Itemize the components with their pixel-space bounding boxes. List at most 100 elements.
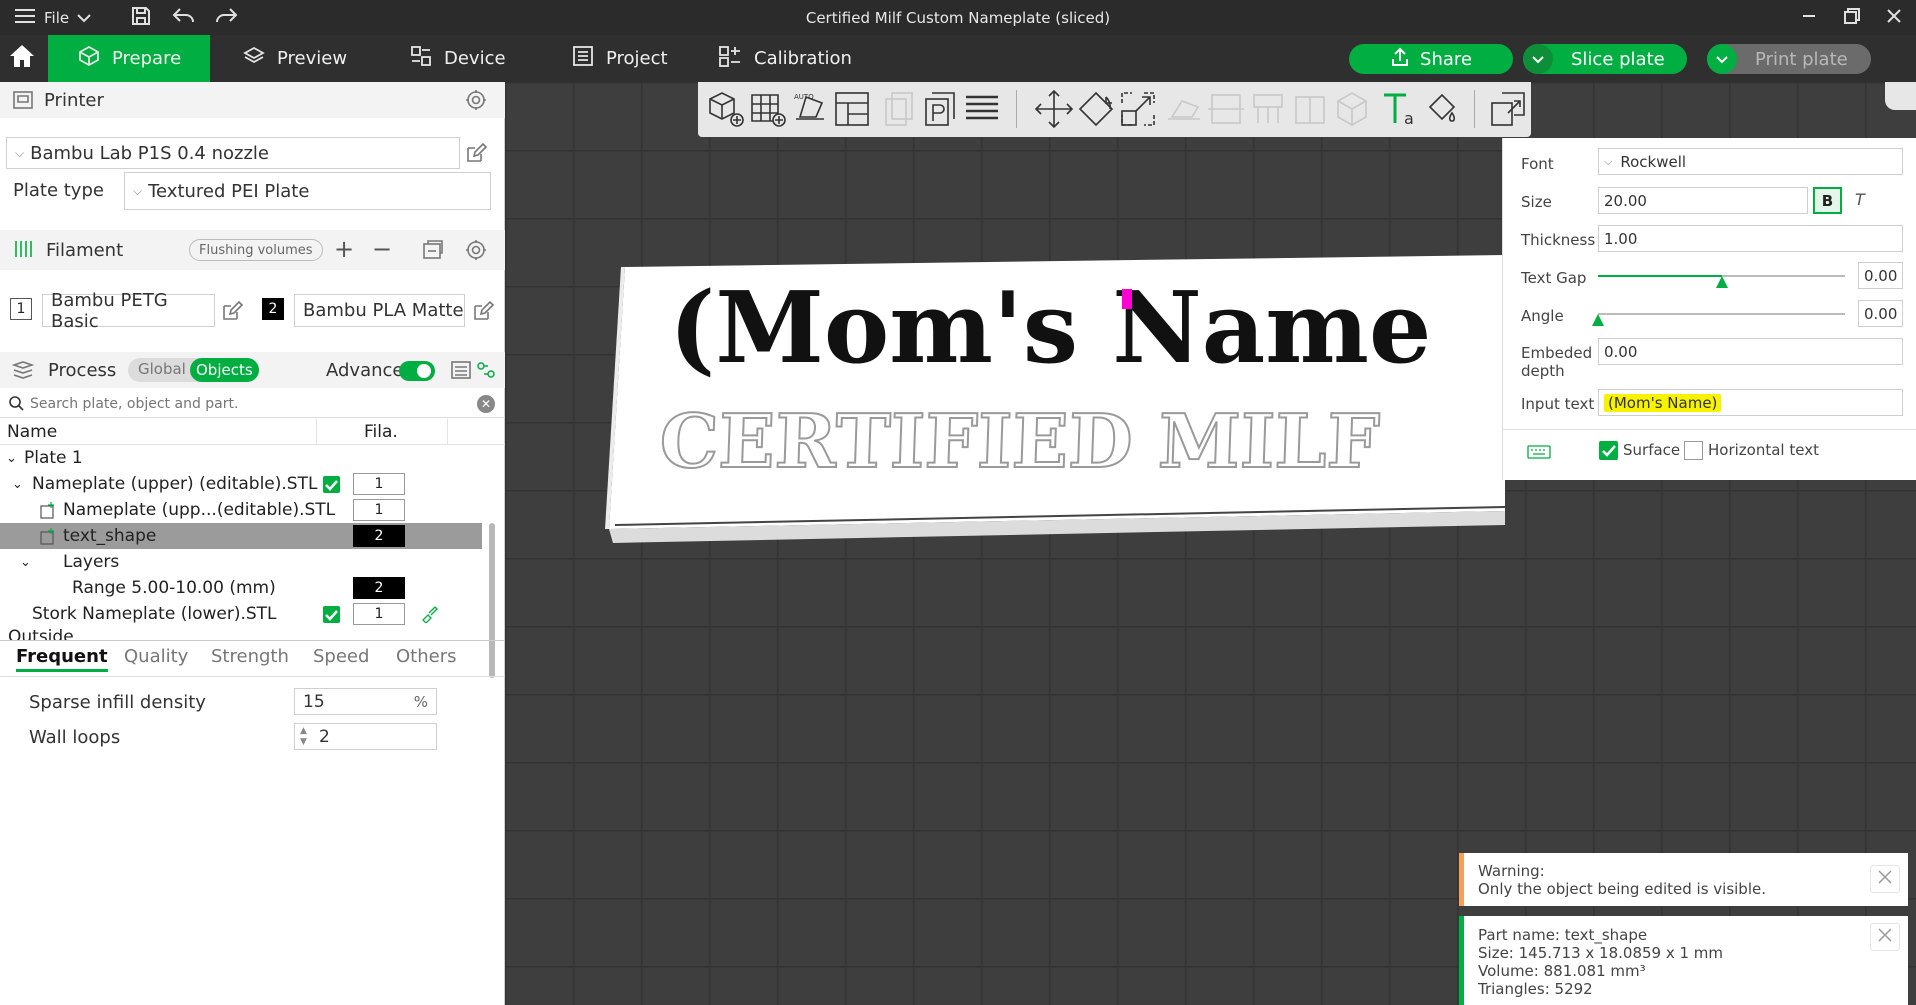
advance-toggle[interactable] [399, 361, 435, 381]
tree-row-object-upper[interactable]: ⌄ Nameplate (upper) (editable).STL 1 [0, 471, 505, 497]
edit-printer-button[interactable] [465, 142, 488, 168]
filament-selector[interactable]: 1 [353, 499, 405, 521]
slice-plate-button[interactable]: Slice plate [1523, 44, 1687, 74]
auto-orient-button[interactable]: AUTO [790, 89, 830, 129]
tree-row-part-nameplate[interactable]: Nameplate (upp...(editable).STL 1 [0, 497, 505, 523]
slice-options-toggle[interactable] [1523, 44, 1553, 74]
print-options-toggle[interactable] [1707, 44, 1737, 74]
file-dropdown-button[interactable] [76, 0, 92, 35]
assembly-view-button[interactable] [1488, 89, 1528, 129]
stepper-arrows-icon[interactable]: ▲ ▼ [300, 726, 307, 748]
angle-slider[interactable] [1592, 300, 1845, 330]
share-button[interactable]: Share [1349, 44, 1513, 74]
surface-checkbox[interactable] [1599, 441, 1618, 460]
support-paint-button[interactable] [1248, 89, 1288, 129]
tab-preview[interactable]: Preview [243, 35, 347, 82]
subtab-quality[interactable]: Quality [124, 646, 188, 667]
lay-on-face-button[interactable] [1164, 89, 1204, 129]
add-filament-button[interactable]: + [334, 235, 354, 263]
input-text-field[interactable]: (Mom's Name) [1598, 389, 1903, 416]
save-button[interactable] [130, 0, 152, 35]
process-compare-button[interactable] [476, 361, 496, 384]
filament-selector[interactable]: 2 [353, 577, 405, 599]
clear-search-button[interactable]: ✕ [477, 395, 495, 413]
scale-tool-button[interactable] [1118, 89, 1158, 129]
flushing-volumes-button[interactable]: Flushing volumes [189, 239, 323, 261]
undo-button[interactable] [172, 0, 196, 35]
remove-filament-button[interactable]: − [372, 235, 392, 263]
expand-chevron-icon[interactable]: ⌄ [20, 555, 31, 570]
filament-sync-button[interactable] [422, 239, 446, 266]
redo-button[interactable] [214, 0, 238, 35]
restore-button[interactable] [1843, 0, 1861, 35]
embeded-depth-input[interactable]: 0.00 [1598, 338, 1903, 365]
font-select[interactable]: ⌵ Rockwell [1598, 148, 1903, 175]
text-gap-slider-thumb[interactable] [1715, 276, 1728, 288]
split-objects-button[interactable] [878, 89, 918, 129]
thickness-input[interactable]: 1.00 [1598, 225, 1903, 252]
filament-slot-2-number[interactable]: 2 [262, 298, 284, 320]
close-part-info-button[interactable] [1870, 923, 1900, 951]
filament-slot-1-select[interactable]: Bambu PETG Basic [42, 290, 215, 332]
tab-calibration[interactable]: Calibration [718, 35, 852, 82]
printer-settings-button[interactable] [465, 89, 487, 116]
add-object-button[interactable] [706, 89, 746, 129]
tab-project[interactable]: Project [572, 35, 668, 82]
toggle-global[interactable]: Global [138, 360, 186, 378]
tree-row-layers[interactable]: ⌄ Layers [0, 549, 505, 575]
bold-toggle[interactable]: B [1813, 187, 1842, 214]
minimize-button[interactable] [1801, 0, 1817, 35]
horizontal-text-checkbox[interactable] [1684, 441, 1703, 460]
close-warning-button[interactable] [1870, 865, 1900, 893]
text-gap-slider[interactable] [1598, 262, 1845, 292]
tree-row-plate[interactable]: ⌄ Plate 1 [0, 445, 505, 471]
expand-chevron-icon[interactable]: ⌄ [12, 477, 23, 492]
visibility-checkbox[interactable] [323, 476, 340, 493]
home-button[interactable] [8, 35, 36, 82]
nameplate-model[interactable]: (Mom's Name CERTIFIED MILF [505, 177, 1505, 557]
global-objects-toggle[interactable]: Global Objects [128, 358, 259, 382]
edit-filament-1-button[interactable] [221, 300, 244, 326]
object-search-input[interactable] [30, 392, 470, 416]
plate-type-select[interactable]: ⌵ Textured PEI Plate [124, 172, 491, 210]
paint-brush-icon[interactable] [420, 605, 438, 628]
add-plate-button[interactable] [748, 89, 788, 129]
layer-list-button[interactable] [962, 89, 1002, 129]
filament-selector[interactable]: 1 [353, 473, 405, 495]
tab-prepare[interactable]: Prepare [48, 35, 210, 82]
arrange-button[interactable] [832, 89, 872, 129]
mesh-boolean-button[interactable] [1332, 89, 1372, 129]
angle-slider-thumb[interactable] [1592, 314, 1604, 326]
keyboard-icon[interactable] [1527, 444, 1551, 464]
color-paint-button[interactable] [1422, 89, 1462, 129]
filament-slot-2-select[interactable]: Bambu PLA Matte [294, 294, 465, 327]
tree-row-layer-range[interactable]: Range 5.00-10.00 (mm) 2 [0, 575, 505, 601]
italic-toggle[interactable]: T [1855, 190, 1865, 209]
plate-settings-button[interactable] [920, 89, 960, 129]
subtab-others[interactable]: Others [396, 646, 457, 667]
toggle-objects[interactable]: Objects [190, 358, 259, 382]
move-tool-button[interactable] [1034, 89, 1074, 129]
angle-input[interactable]: 0.00 [1858, 300, 1903, 327]
wall-loops-stepper[interactable]: ▲ ▼ 2 [294, 723, 437, 750]
view-cube[interactable] [1885, 82, 1916, 110]
file-menu[interactable]: File [14, 0, 69, 35]
cut-tool-button[interactable] [1206, 89, 1246, 129]
tree-row-outside[interactable]: Outside [0, 627, 505, 641]
printer-select[interactable]: ⌵ Bambu Lab P1S 0.4 nozzle [6, 137, 460, 169]
filament-settings-button[interactable] [465, 239, 487, 266]
expand-chevron-icon[interactable]: ⌄ [6, 451, 17, 466]
rotate-tool-button[interactable] [1076, 89, 1116, 129]
edit-filament-2-button[interactable] [472, 300, 495, 326]
filament-selector[interactable]: 2 [353, 525, 405, 547]
subtab-strength[interactable]: Strength [211, 646, 289, 667]
text-tool-button[interactable]: a [1380, 89, 1420, 129]
tab-device[interactable]: Device [410, 35, 506, 82]
process-list-button[interactable] [450, 360, 472, 385]
filament-selector[interactable]: 1 [353, 603, 405, 625]
text-gap-input[interactable]: 0.00 [1858, 262, 1903, 289]
visibility-checkbox[interactable] [323, 606, 340, 623]
subtab-speed[interactable]: Speed [313, 646, 369, 667]
sparse-infill-input[interactable]: 15 % [294, 688, 437, 715]
seam-paint-button[interactable] [1290, 89, 1330, 129]
